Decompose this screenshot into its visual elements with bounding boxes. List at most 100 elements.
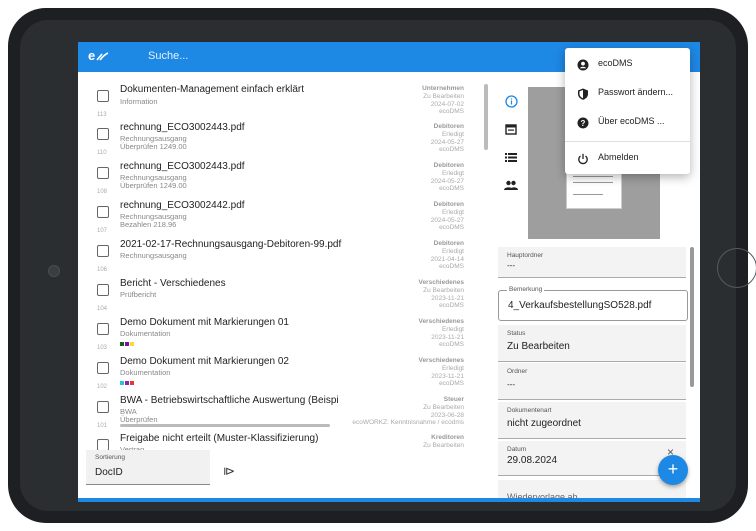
sort-select[interactable]: Sortierung DocID <box>86 450 210 485</box>
menu-item-label: ecoDMS <box>598 58 633 68</box>
preview-line <box>573 176 613 177</box>
document-category: Debitoren <box>433 162 464 169</box>
document-type: Information <box>120 97 158 106</box>
row-number: 102 <box>97 384 108 390</box>
document-owner: ecoDMS <box>439 341 464 348</box>
document-row[interactable]: 110 rechnung_ECO3002443.pdf Rechnungsaus… <box>78 120 490 158</box>
svg-text:e: e <box>88 48 95 63</box>
document-owner: ecoWORKZ: Kenntnisnahme / ecodms <box>352 419 464 426</box>
preview-line <box>573 182 613 183</box>
tablet-home-button[interactable] <box>717 248 756 288</box>
document-date: 2024-05-27 <box>430 138 464 146</box>
row-number: 113 <box>97 112 107 118</box>
document-category: Unternehmen <box>422 85 464 92</box>
document-type: Prüfbericht <box>120 290 157 299</box>
document-date: 2024-05-27 <box>430 216 464 224</box>
marker-swatch <box>125 342 129 346</box>
people-icon[interactable] <box>504 178 518 192</box>
field-label: Datum <box>507 446 527 453</box>
menu-item-label: Abmelden <box>598 152 639 162</box>
document-owner: ecoDMS <box>439 263 464 270</box>
menu-item-logout[interactable]: Abmelden <box>565 148 690 170</box>
document-status: Erledigt <box>441 326 464 333</box>
horizontal-scrollbar[interactable] <box>120 424 330 427</box>
menu-item-ecodms[interactable]: ecoDMS <box>565 54 690 76</box>
document-date: 2023-11-21 <box>431 372 464 380</box>
document-meta: Erledigt 2023-11-21 ecoDMS <box>431 365 464 388</box>
panel-scrollbar[interactable] <box>690 247 694 387</box>
row-checkbox[interactable] <box>97 245 109 257</box>
document-title: Dokumenten-Management einfach erklärt <box>120 84 304 95</box>
document-title: Bericht - Verschiedenes <box>120 278 226 289</box>
document-title: Freigabe nicht erteilt (Muster-Klassifiz… <box>120 433 319 444</box>
row-checkbox[interactable] <box>97 206 109 218</box>
account-circle-icon <box>577 58 589 71</box>
document-category: Debitoren <box>433 240 464 247</box>
sort-direction-icon[interactable]: ⧐ <box>223 464 235 478</box>
user-menu: ecoDMS Passwort ändern... ? Über ecoDMS … <box>565 48 690 174</box>
bemerkung-field[interactable]: Bemerkung 4_VerkaufsbestellungSO528.pdf <box>498 286 688 321</box>
field-label: Hauptordner <box>507 252 544 259</box>
document-meta: Erledigt 2024-05-27 ecoDMS <box>431 209 464 232</box>
document-row[interactable]: 108 rechnung_ECO3002443.pdf Rechnungsaus… <box>78 159 490 197</box>
row-checkbox[interactable] <box>97 362 109 374</box>
document-status-amount: Bezahlen 218.96 <box>120 220 177 229</box>
field-label: Ordner <box>507 368 528 375</box>
status-field[interactable]: Status Zu Bearbeiten <box>498 325 686 362</box>
document-status: Erledigt <box>441 365 464 372</box>
document-category: Debitoren <box>433 123 464 130</box>
document-meta: Zu Bearbeiten <box>423 442 464 450</box>
document-category: Kreditoren <box>431 434 464 441</box>
row-number: 110 <box>97 150 107 156</box>
row-checkbox[interactable] <box>97 323 109 335</box>
document-status: Zu Bearbeiten <box>423 442 464 449</box>
ecodms-logo-icon[interactable]: e <box>88 48 110 67</box>
add-button[interactable]: + <box>658 455 688 485</box>
dokumentenart-field[interactable]: Dokumentenart nicht zugeordnet <box>498 402 686 439</box>
ordner-field[interactable]: Ordner --- <box>498 363 686 400</box>
document-owner: ecoDMS <box>439 380 464 387</box>
row-number: 103 <box>97 345 108 351</box>
marker-swatch <box>130 381 134 385</box>
row-number: 106 <box>97 267 108 273</box>
document-row[interactable]: 107 rechnung_ECO3002442.pdf Rechnungsaus… <box>78 198 490 236</box>
sort-label: Sortierung <box>95 454 125 461</box>
document-title: Demo Dokument mit Markierungen 01 <box>120 317 289 328</box>
document-status-amount: Überprüfen 1249.00 <box>120 142 187 151</box>
document-row[interactable]: 106 2021-02-17-Rechnungsausgang-Debitore… <box>78 237 490 275</box>
document-status: Erledigt <box>441 131 464 138</box>
row-checkbox[interactable] <box>97 401 109 413</box>
marker-swatch <box>130 342 134 346</box>
row-checkbox[interactable] <box>97 167 109 179</box>
document-status: Zu Bearbeiten <box>423 93 464 100</box>
menu-item-about[interactable]: ? Über ecoDMS ... <box>565 112 690 134</box>
svg-text:?: ? <box>581 119 586 128</box>
calendar-icon[interactable] <box>504 122 518 136</box>
bottom-bar <box>78 498 700 502</box>
row-checkbox[interactable] <box>97 90 109 102</box>
hauptordner-field[interactable]: Hauptordner --- <box>498 247 686 278</box>
document-owner: ecoDMS <box>439 108 464 115</box>
document-date: 2023-11-21 <box>431 294 464 302</box>
search-input[interactable]: Suche... <box>148 50 188 62</box>
info-icon[interactable] <box>504 94 518 108</box>
document-status: Erledigt <box>441 209 464 216</box>
menu-item-label: Über ecoDMS ... <box>598 116 665 126</box>
document-row[interactable]: 102 Demo Dokument mit Markierungen 02 Do… <box>78 354 490 392</box>
row-checkbox[interactable] <box>97 128 109 140</box>
document-row[interactable]: 104 Bericht - Verschiedenes Prüfbericht … <box>78 276 490 314</box>
list-scrollbar[interactable] <box>484 84 488 150</box>
row-checkbox[interactable] <box>97 284 109 296</box>
document-title: rechnung_ECO3002442.pdf <box>120 200 245 211</box>
menu-item-change-password[interactable]: Passwort ändern... <box>565 83 690 105</box>
marker-swatch <box>125 381 129 385</box>
tablet-camera <box>48 265 60 277</box>
document-meta: Erledigt 2021-04-14 ecoDMS <box>431 248 464 271</box>
document-row[interactable]: 113 Dokumenten-Management einfach erklär… <box>78 82 490 120</box>
field-value: Zu Bearbeiten <box>507 341 570 352</box>
document-row[interactable]: 103 Demo Dokument mit Markierungen 01 Do… <box>78 315 490 353</box>
document-status-amount: Überprüfen 1249.00 <box>120 181 187 190</box>
menu-item-label: Passwort ändern... <box>598 87 674 97</box>
row-number: 104 <box>97 306 108 312</box>
list-icon[interactable] <box>504 150 518 164</box>
